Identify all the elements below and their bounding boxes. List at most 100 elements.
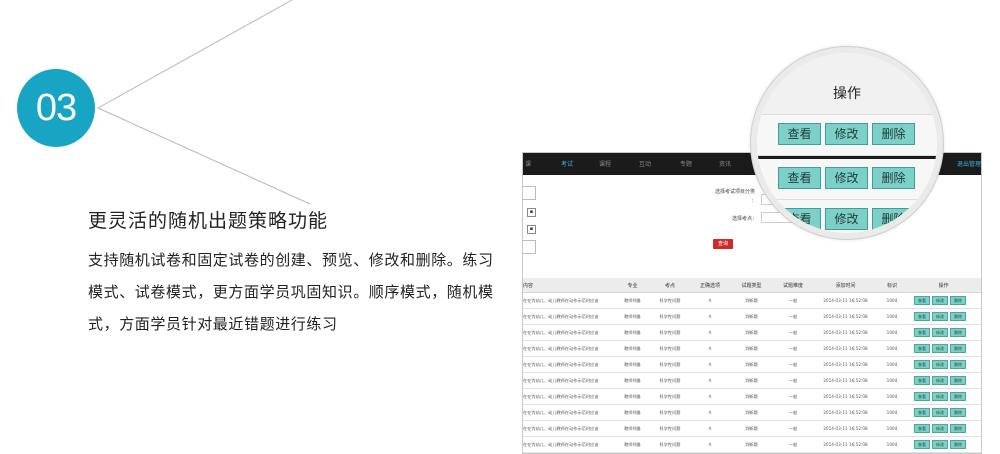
nav-item-topic[interactable]: 专题 (680, 159, 692, 168)
table-cell: A (690, 308, 730, 325)
table-header-row: 内容 专业 考点 正确选项 试题类型 试题难度 添加时间 标识 操作 (523, 278, 981, 293)
view-button[interactable]: 查看 (914, 312, 930, 321)
view-button[interactable]: 查看 (914, 360, 930, 369)
edit-button[interactable]: 修改 (932, 328, 948, 337)
table-cell-actions: 查看 修改 删除 (906, 436, 981, 453)
edit-button[interactable]: 修改 (932, 408, 948, 417)
table-cell: 教师师备 (615, 324, 650, 341)
delete-button[interactable]: 删除 (872, 208, 915, 230)
table-cell: 在在为幼儿、幼儿教师在动作示范时应该 (523, 404, 615, 421)
table-row: 在在为幼儿、幼儿教师在动作示范时应该 教师师备 科学性问题 A 判断题 一般 2014-03… (523, 308, 981, 325)
edit-button[interactable]: 修改 (932, 376, 948, 385)
zoom-row: 查看 修改 删除 (757, 159, 937, 200)
view-button[interactable]: 查看 (914, 408, 930, 417)
point-label: 选择考点： (732, 216, 758, 222)
table-cell: 1004 (878, 292, 906, 309)
edit-button[interactable]: 修改 (932, 440, 948, 449)
table-cell: 2014-03-11 16:52:08 (813, 340, 878, 357)
table-cell: 在在为幼儿、幼儿教师在动作示范时应该 (523, 292, 615, 309)
delete-button[interactable]: 删除 (950, 440, 966, 449)
table-cell: 科学性问题 (650, 388, 690, 405)
edit-button[interactable]: 修改 (932, 296, 948, 305)
table-cell: A (690, 404, 730, 421)
table-cell: 科学性问题 (650, 372, 690, 389)
filter-input-partial[interactable] (523, 186, 536, 200)
table-row: 在在为幼儿、幼儿教师在动作示范时应该 教师师备 科学性问题 A 判断题 一般 2014-03… (523, 340, 981, 357)
table-cell: 一般 (773, 404, 813, 421)
table-cell: A (690, 436, 730, 453)
nav-item-exam[interactable]: 考试 (561, 159, 573, 168)
view-button[interactable]: 查看 (914, 344, 930, 353)
table-cell-actions: 查看 修改 删除 (906, 388, 981, 405)
table-cell: A (690, 388, 730, 405)
delete-button[interactable]: 删除 (950, 392, 966, 401)
table-cell: 判断题 (730, 324, 773, 341)
table-cell: 在在为幼儿、幼儿教师在动作示范时应该 (523, 308, 615, 325)
delete-button[interactable]: 删除 (950, 360, 966, 369)
view-button[interactable]: 查看 (778, 167, 821, 189)
table-cell: 判断题 (730, 372, 773, 389)
table-cell: 在在为幼儿、幼儿教师在动作示范时应该 (523, 388, 615, 405)
delete-button[interactable]: 删除 (950, 296, 966, 305)
delete-button[interactable]: 删除 (872, 167, 915, 189)
table-cell: 1004 (878, 356, 906, 373)
view-button[interactable]: 查看 (778, 123, 821, 145)
table-row: 在在为幼儿、幼儿教师在动作示范时应该 教师师备 科学性问题 A 判断题 一般 2014-03… (523, 436, 981, 453)
view-button[interactable]: 查看 (914, 392, 930, 401)
view-button[interactable]: 查看 (914, 376, 930, 385)
table-cell: 教师师备 (615, 372, 650, 389)
filter-input-partial[interactable] (523, 240, 536, 254)
table-row: 在在为幼儿、幼儿教师在动作示范时应该 教师师备 科学性问题 A 判断题 一般 2014-03… (523, 404, 981, 421)
edit-button[interactable]: 修改 (932, 424, 948, 433)
table-cell-actions: 查看 修改 删除 (906, 308, 981, 325)
delete-button[interactable]: 删除 (950, 312, 966, 321)
table-row: 在在为幼儿、幼儿教师在动作示范时应该 教师师备 科学性问题 A 判断题 一般 2014-03… (523, 324, 981, 341)
delete-button[interactable]: 删除 (950, 408, 966, 417)
nav-item-partial[interactable]: 课 (525, 159, 531, 168)
search-button[interactable]: 查询 (713, 239, 733, 249)
filter-checkbox[interactable]: ▪ (527, 225, 536, 234)
column-header: 考点 (650, 278, 690, 293)
delete-button[interactable]: 删除 (950, 376, 966, 385)
table-cell: 在在为幼儿、幼儿教师在动作示范时应该 (523, 340, 615, 357)
nav-item-course[interactable]: 课程 (599, 159, 611, 168)
view-button[interactable]: 查看 (914, 328, 930, 337)
table-cell: 判断题 (730, 340, 773, 357)
table-cell: A (690, 356, 730, 373)
edit-button[interactable]: 修改 (932, 344, 948, 353)
nav-item-interact[interactable]: 互动 (639, 159, 651, 168)
edit-button[interactable]: 修改 (932, 392, 948, 401)
category-colon: ： (751, 198, 757, 204)
table-cell: 判断题 (730, 436, 773, 453)
view-button[interactable]: 查看 (778, 208, 821, 230)
delete-button[interactable]: 删除 (950, 328, 966, 337)
table-cell: 判断题 (730, 292, 773, 309)
table-cell: 2014-03-11 16:52:08 (813, 308, 878, 325)
table-cell: 科学性问题 (650, 324, 690, 341)
edit-button[interactable]: 修改 (932, 312, 948, 321)
table-cell: 教师师备 (615, 340, 650, 357)
view-button[interactable]: 查看 (914, 440, 930, 449)
zoom-header: 操作 (757, 53, 937, 115)
table-cell: 在在为幼儿、幼儿教师在动作示范时应该 (523, 356, 615, 373)
delete-button[interactable]: 删除 (872, 123, 915, 145)
table-cell: 2014-03-11 16:52:08 (813, 420, 878, 437)
delete-button[interactable]: 删除 (950, 424, 966, 433)
edit-button[interactable]: 修改 (932, 360, 948, 369)
table-cell: 1004 (878, 308, 906, 325)
edit-button[interactable]: 修改 (825, 208, 868, 230)
view-button[interactable]: 查看 (914, 296, 930, 305)
nav-logout[interactable]: 退出管理 (957, 159, 981, 168)
table-cell: 一般 (773, 420, 813, 437)
delete-button[interactable]: 删除 (950, 344, 966, 353)
table-cell: 一般 (773, 292, 813, 309)
table-cell: 教师师备 (615, 356, 650, 373)
table-cell: 一般 (773, 308, 813, 325)
edit-button[interactable]: 修改 (825, 123, 868, 145)
edit-button[interactable]: 修改 (825, 167, 868, 189)
nav-item-news[interactable]: 资讯 (719, 159, 731, 168)
table-cell: 2014-03-11 16:52:08 (813, 388, 878, 405)
filter-checkbox[interactable]: ▪ (527, 208, 536, 217)
view-button[interactable]: 查看 (914, 424, 930, 433)
table-cell: 2014-03-11 16:52:08 (813, 436, 878, 453)
